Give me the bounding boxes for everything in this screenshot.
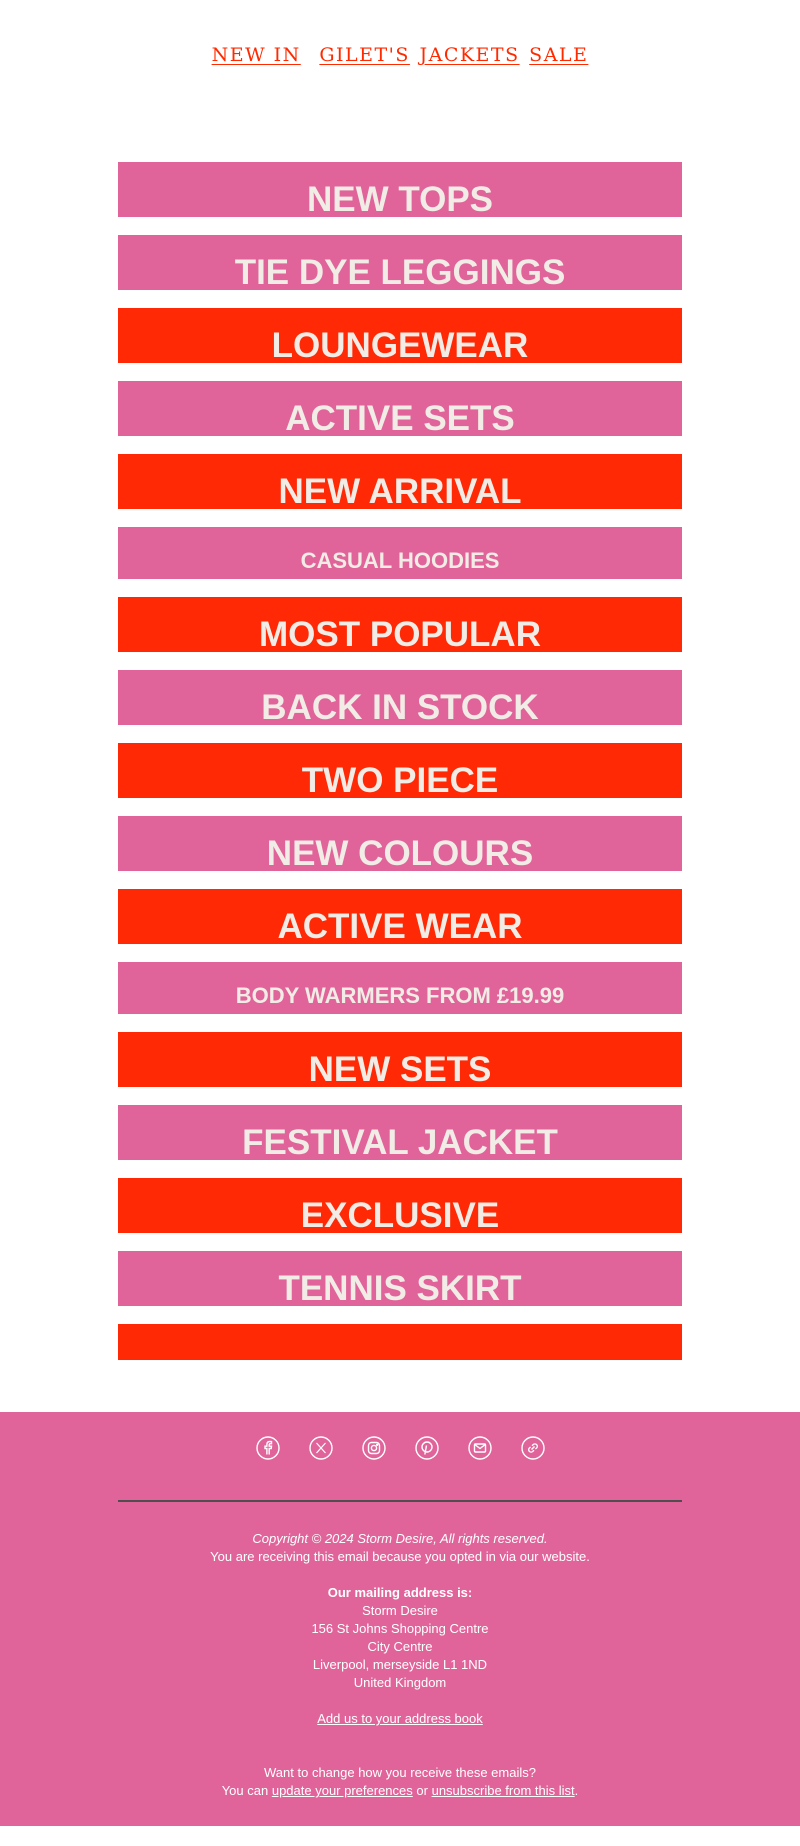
- facebook-icon[interactable]: [255, 1436, 280, 1460]
- banner-festival-jacket[interactable]: FESTIVAL JACKET: [118, 1105, 682, 1160]
- address-line: 156 St Johns Shopping Centre: [311, 1621, 489, 1636]
- banner-empty[interactable]: [118, 1324, 682, 1360]
- banner-active-sets[interactable]: ACTIVE SETS: [118, 381, 682, 436]
- address-line: United Kingdom: [353, 1675, 447, 1690]
- banner-most-popular[interactable]: MOST POPULAR: [118, 597, 682, 652]
- banner-back-in-stock[interactable]: BACK IN STOCK: [118, 670, 682, 725]
- address-line: Storm Desire: [362, 1603, 438, 1618]
- banner-active-wear[interactable]: ACTIVE WEAR: [118, 889, 682, 944]
- banner-new-arrival[interactable]: NEW ARRIVAL: [118, 454, 682, 509]
- banner-new-tops[interactable]: NEW TOPS: [118, 162, 682, 217]
- unsubscribe-link[interactable]: unsubscribe from this list: [432, 1783, 575, 1798]
- nav-link-new-in[interactable]: NEW IN: [212, 44, 301, 66]
- pinterest-icon[interactable]: [414, 1436, 439, 1460]
- preferences-line: You can update your preferences or unsub…: [221, 1783, 579, 1798]
- update-preferences-link[interactable]: update your preferences: [272, 1783, 413, 1798]
- address-line: Liverpool, merseyside L1 1ND: [312, 1657, 488, 1672]
- social-links: [0, 1436, 800, 1460]
- address-line: City Centre: [367, 1639, 433, 1654]
- banner-new-colours[interactable]: NEW COLOURS: [118, 816, 682, 871]
- banner-loungewear[interactable]: LOUNGEWEAR: [118, 308, 682, 363]
- banner-tennis-skirt[interactable]: TENNIS SKIRT: [118, 1251, 682, 1306]
- link-icon[interactable]: [520, 1436, 545, 1460]
- footer-text: Copyright © 2024 Storm Desire, All right…: [0, 1530, 800, 1800]
- nav-link-jackets[interactable]: JACKETS: [419, 44, 519, 66]
- banner-two-piece[interactable]: TWO PIECE: [118, 743, 682, 798]
- footer: Copyright © 2024 Storm Desire, All right…: [0, 1412, 800, 1826]
- optin-text: You are receiving this email because you…: [210, 1549, 590, 1564]
- footer-divider: [118, 1500, 682, 1502]
- banner-tie-dye-leggings[interactable]: TIE DYE LEGGINGS: [118, 235, 682, 290]
- banner-exclusive[interactable]: EXCLUSIVE: [118, 1178, 682, 1233]
- nav-link-gilets[interactable]: GILET'S: [319, 44, 410, 66]
- instagram-icon[interactable]: [361, 1436, 386, 1460]
- email-icon[interactable]: [467, 1436, 492, 1460]
- nav-link-sale[interactable]: SALE: [529, 44, 588, 66]
- change-emails-text: Want to change how you receive these ema…: [264, 1765, 536, 1780]
- banner-body-warmers[interactable]: BODY WARMERS FROM £19.99: [118, 962, 682, 1014]
- top-navigation: NEW IN GILET'S JACKETS SALE: [0, 44, 800, 66]
- copyright-text: Copyright © 2024 Storm Desire, All right…: [252, 1531, 548, 1546]
- category-banner-list: NEW TOPS TIE DYE LEGGINGS LOUNGEWEAR ACT…: [118, 162, 682, 1378]
- banner-casual-hoodies[interactable]: CASUAL HOODIES: [118, 527, 682, 579]
- banner-new-sets[interactable]: NEW SETS: [118, 1032, 682, 1087]
- add-to-address-book-link[interactable]: Add us to your address book: [317, 1711, 483, 1726]
- mailing-address-heading: Our mailing address is:: [327, 1585, 473, 1600]
- x-icon[interactable]: [308, 1436, 333, 1460]
